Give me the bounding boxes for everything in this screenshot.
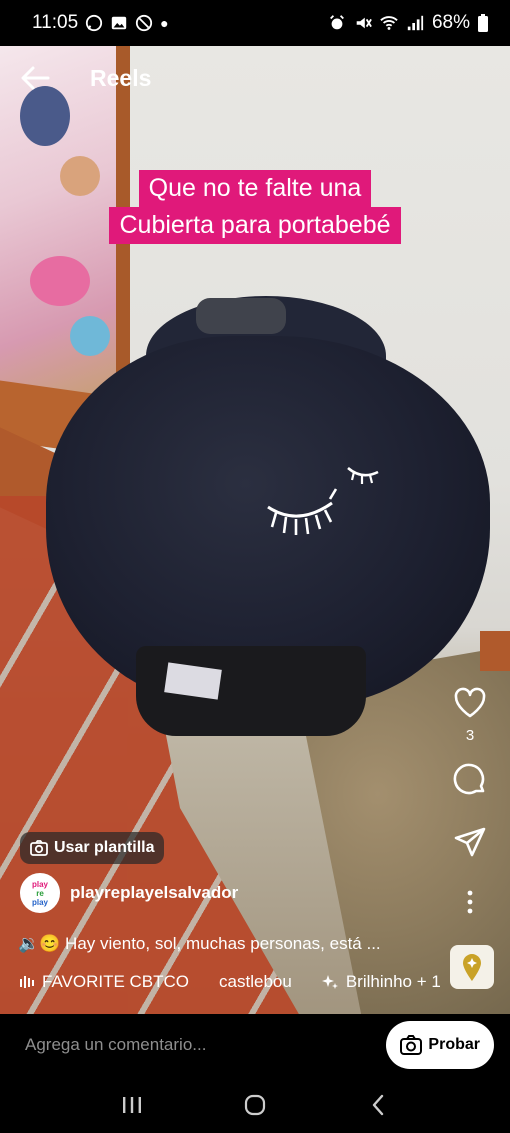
home-icon	[244, 1094, 266, 1115]
audio-row[interactable]: FAVORITE CBTCO castlebou Brilhinho + 1	[20, 972, 441, 992]
audio-bars-icon	[20, 976, 34, 988]
comment-button[interactable]	[450, 760, 490, 800]
heart-icon	[454, 687, 486, 718]
battery-percent: 68%	[431, 12, 470, 33]
comment-icon	[453, 763, 485, 795]
like-count: 3	[465, 727, 475, 744]
try-label: Probar	[428, 1036, 480, 1053]
more-icon	[467, 890, 473, 914]
camera-icon	[400, 1035, 423, 1055]
avatar-text-3: play	[31, 897, 48, 907]
author-row: play re play playreplayelsalvador	[20, 873, 238, 913]
audio-track-1: FAVORITE CBTCO	[42, 972, 190, 991]
back-nav-button[interactable]	[358, 1085, 398, 1125]
avatar[interactable]: play re play	[20, 873, 60, 913]
use-template-label: Usar plantilla	[54, 839, 155, 856]
back-arrow-icon	[21, 66, 50, 90]
whatsapp-icon	[86, 14, 103, 32]
share-icon	[454, 827, 486, 857]
closed-eye-art-2	[347, 466, 379, 484]
post-caption[interactable]: 🔉😊 Hay viento, sol, muchas personas, est…	[18, 934, 428, 954]
recents-icon	[122, 1096, 141, 1113]
avatar-text-1: play	[31, 879, 48, 889]
use-template-button[interactable]: Usar plantilla	[20, 832, 165, 864]
status-right: 68%	[328, 12, 488, 34]
image-icon	[111, 16, 127, 30]
status-left: 11:05 ●	[32, 12, 169, 34]
try-button[interactable]: Probar	[386, 1021, 494, 1069]
wifi-icon	[380, 16, 398, 30]
status-time: 11:05	[32, 12, 79, 33]
location-button[interactable]	[450, 945, 494, 989]
chevron-left-icon	[373, 1094, 384, 1115]
overlay-line-2: Cubierta para portabebé	[109, 207, 401, 244]
more-button[interactable]	[450, 882, 490, 922]
author-username[interactable]: playreplayelsalvador	[70, 883, 238, 903]
share-button[interactable]	[450, 822, 490, 862]
mute-icon	[356, 17, 372, 29]
system-nav-bar	[0, 1076, 510, 1133]
reel-video[interactable]: Que no te falte una Cubierta para portab…	[0, 46, 510, 1014]
closed-eye-art	[267, 488, 338, 535]
effect-label: Brilhinho + 1	[345, 972, 441, 991]
sparkle-icon	[321, 975, 338, 989]
comment-bar: Agrega un comentario... Probar	[0, 1014, 510, 1076]
avatar-text-2: re	[36, 888, 44, 898]
back-button[interactable]	[18, 61, 52, 95]
home-button[interactable]	[235, 1085, 275, 1125]
overlay-line-1: Que no te falte una	[138, 170, 372, 207]
recents-button[interactable]	[112, 1085, 152, 1125]
alarm-icon	[330, 15, 344, 30]
action-rail: 3	[450, 683, 490, 922]
comment-input[interactable]: Agrega un comentario...	[25, 1035, 386, 1055]
like-button[interactable]	[450, 683, 490, 723]
carrier-handle	[196, 298, 286, 334]
baby-carrier-cover	[46, 296, 490, 736]
camera-icon	[30, 840, 48, 856]
top-nav: Reels	[0, 56, 510, 100]
signal-icon	[407, 15, 424, 31]
map-pin-icon	[463, 954, 481, 981]
overlay-caption: Que no te falte una Cubierta para portab…	[0, 170, 510, 244]
audio-track-2: castlebou	[219, 972, 292, 991]
status-bar: 11:05 ● 68%	[0, 0, 510, 46]
battery-icon	[478, 14, 488, 32]
dot-icon: ●	[160, 15, 169, 31]
no-sync-icon	[136, 14, 153, 32]
page-title: Reels	[90, 64, 152, 91]
